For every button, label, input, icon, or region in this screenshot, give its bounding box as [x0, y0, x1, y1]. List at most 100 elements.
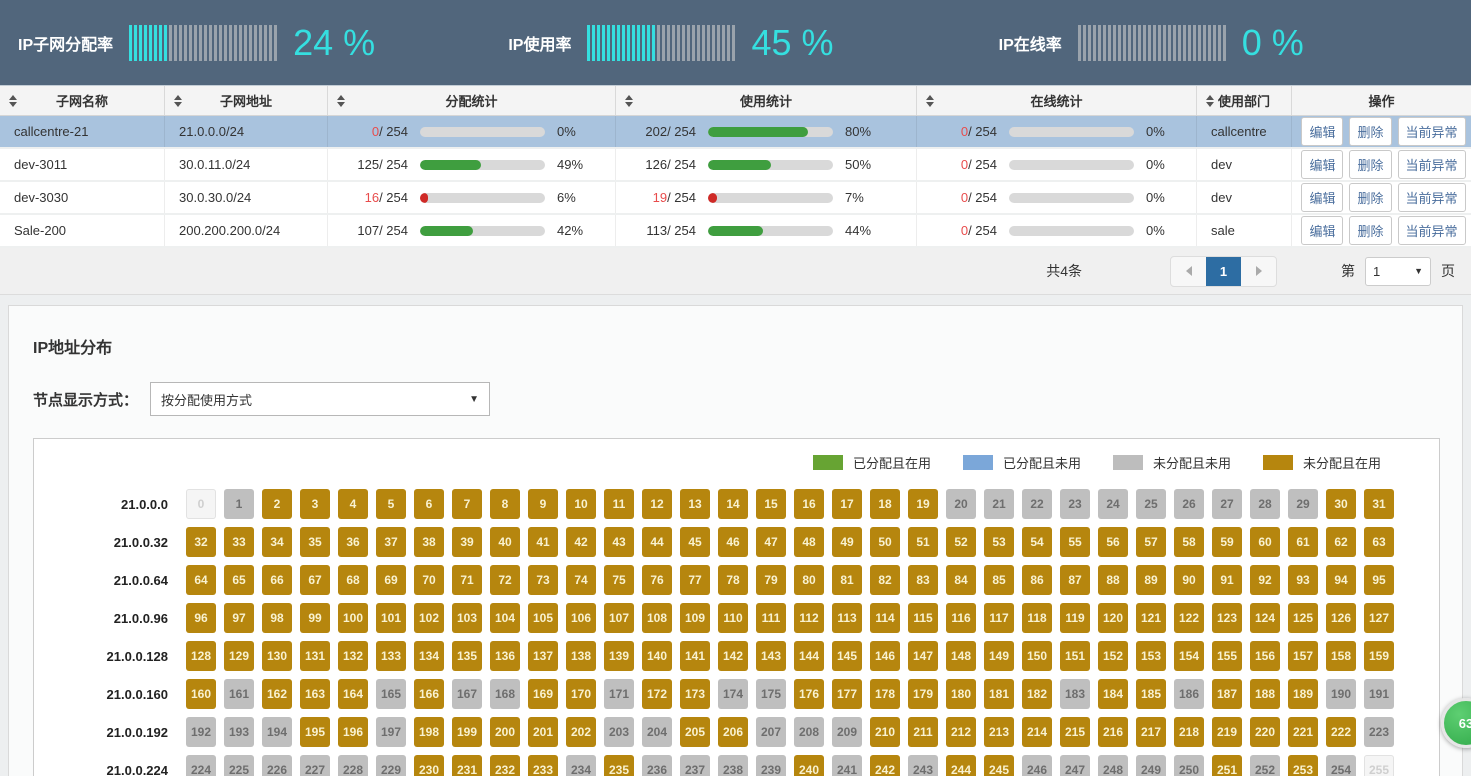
edit-button[interactable]: 编辑 — [1301, 216, 1343, 245]
ip-cell[interactable]: 146 — [870, 641, 900, 671]
ip-cell[interactable]: 102 — [414, 603, 444, 633]
ip-cell[interactable]: 215 — [1060, 717, 1090, 747]
sort-icon[interactable] — [174, 95, 182, 107]
ip-cell[interactable]: 97 — [224, 603, 254, 633]
ip-cell[interactable]: 226 — [262, 755, 292, 776]
table-row[interactable]: dev-303030.0.30.0/2416/ 2546%19/ 2547%0/… — [0, 182, 1471, 215]
ip-cell[interactable]: 254 — [1326, 755, 1356, 776]
ip-cell[interactable]: 27 — [1212, 489, 1242, 519]
ip-cell[interactable]: 136 — [490, 641, 520, 671]
ip-cell[interactable]: 163 — [300, 679, 330, 709]
ip-cell[interactable]: 68 — [338, 565, 368, 595]
ip-cell[interactable]: 164 — [338, 679, 368, 709]
ip-cell[interactable]: 9 — [528, 489, 558, 519]
ip-cell[interactable]: 116 — [946, 603, 976, 633]
ip-cell[interactable]: 93 — [1288, 565, 1318, 595]
ip-cell[interactable]: 207 — [756, 717, 786, 747]
ip-cell[interactable]: 143 — [756, 641, 786, 671]
ip-cell[interactable]: 52 — [946, 527, 976, 557]
ip-cell[interactable]: 124 — [1250, 603, 1280, 633]
edit-button[interactable]: 编辑 — [1301, 183, 1343, 212]
ip-cell[interactable]: 167 — [452, 679, 482, 709]
ip-cell[interactable]: 154 — [1174, 641, 1204, 671]
ip-cell[interactable]: 69 — [376, 565, 406, 595]
ip-cell[interactable]: 74 — [566, 565, 596, 595]
sort-icon[interactable] — [337, 95, 345, 107]
ip-cell[interactable]: 253 — [1288, 755, 1318, 776]
ip-cell[interactable]: 217 — [1136, 717, 1166, 747]
ip-cell[interactable]: 115 — [908, 603, 938, 633]
ip-cell[interactable]: 106 — [566, 603, 596, 633]
ip-cell[interactable]: 159 — [1364, 641, 1394, 671]
next-page-button[interactable] — [1241, 257, 1276, 286]
current-abnormal-button[interactable]: 当前异常 — [1398, 150, 1466, 179]
ip-cell[interactable]: 199 — [452, 717, 482, 747]
ip-cell[interactable]: 204 — [642, 717, 672, 747]
ip-cell[interactable]: 175 — [756, 679, 786, 709]
ip-cell[interactable]: 70 — [414, 565, 444, 595]
ip-cell[interactable]: 148 — [946, 641, 976, 671]
ip-cell[interactable]: 78 — [718, 565, 748, 595]
ip-cell[interactable]: 20 — [946, 489, 976, 519]
ip-cell[interactable]: 186 — [1174, 679, 1204, 709]
ip-cell[interactable]: 242 — [870, 755, 900, 776]
ip-cell[interactable]: 135 — [452, 641, 482, 671]
ip-cell[interactable]: 79 — [756, 565, 786, 595]
ip-cell[interactable]: 51 — [908, 527, 938, 557]
ip-cell[interactable]: 28 — [1250, 489, 1280, 519]
ip-cell[interactable]: 59 — [1212, 527, 1242, 557]
ip-cell[interactable]: 160 — [186, 679, 216, 709]
ip-cell[interactable]: 133 — [376, 641, 406, 671]
ip-cell[interactable]: 240 — [794, 755, 824, 776]
ip-cell[interactable]: 4 — [338, 489, 368, 519]
ip-cell[interactable]: 140 — [642, 641, 672, 671]
ip-cell[interactable]: 10 — [566, 489, 596, 519]
ip-cell[interactable]: 192 — [186, 717, 216, 747]
ip-cell[interactable]: 214 — [1022, 717, 1052, 747]
ip-cell[interactable]: 2 — [262, 489, 292, 519]
ip-cell[interactable]: 123 — [1212, 603, 1242, 633]
ip-cell[interactable]: 109 — [680, 603, 710, 633]
ip-cell[interactable]: 39 — [452, 527, 482, 557]
ip-cell[interactable]: 56 — [1098, 527, 1128, 557]
ip-cell[interactable]: 137 — [528, 641, 558, 671]
ip-cell[interactable]: 182 — [1022, 679, 1052, 709]
table-row[interactable]: Sale-200200.200.200.0/24107/ 25442%113/ … — [0, 215, 1471, 248]
ip-cell[interactable]: 225 — [224, 755, 254, 776]
ip-cell[interactable]: 3 — [300, 489, 330, 519]
ip-cell[interactable]: 18 — [870, 489, 900, 519]
ip-cell[interactable]: 138 — [566, 641, 596, 671]
ip-cell[interactable]: 170 — [566, 679, 596, 709]
ip-cell[interactable]: 44 — [642, 527, 672, 557]
ip-cell[interactable]: 104 — [490, 603, 520, 633]
ip-cell[interactable]: 198 — [414, 717, 444, 747]
ip-cell[interactable]: 179 — [908, 679, 938, 709]
ip-cell[interactable]: 87 — [1060, 565, 1090, 595]
ip-cell[interactable]: 36 — [338, 527, 368, 557]
ip-cell[interactable]: 33 — [224, 527, 254, 557]
ip-cell[interactable]: 202 — [566, 717, 596, 747]
ip-cell[interactable]: 200 — [490, 717, 520, 747]
ip-cell[interactable]: 26 — [1174, 489, 1204, 519]
ip-cell[interactable]: 151 — [1060, 641, 1090, 671]
ip-cell[interactable]: 172 — [642, 679, 672, 709]
ip-cell[interactable]: 96 — [186, 603, 216, 633]
ip-cell[interactable]: 122 — [1174, 603, 1204, 633]
delete-button[interactable]: 删除 — [1349, 117, 1391, 146]
ip-cell[interactable]: 203 — [604, 717, 634, 747]
ip-cell[interactable]: 166 — [414, 679, 444, 709]
ip-cell[interactable]: 129 — [224, 641, 254, 671]
ip-cell[interactable]: 236 — [642, 755, 672, 776]
ip-cell[interactable]: 84 — [946, 565, 976, 595]
ip-cell[interactable]: 65 — [224, 565, 254, 595]
ip-cell[interactable]: 95 — [1364, 565, 1394, 595]
ip-cell[interactable]: 108 — [642, 603, 672, 633]
ip-cell[interactable]: 232 — [490, 755, 520, 776]
ip-cell[interactable]: 168 — [490, 679, 520, 709]
ip-cell[interactable]: 14 — [718, 489, 748, 519]
ip-cell[interactable]: 37 — [376, 527, 406, 557]
ip-cell[interactable]: 81 — [832, 565, 862, 595]
ip-cell[interactable]: 119 — [1060, 603, 1090, 633]
ip-cell[interactable]: 234 — [566, 755, 596, 776]
ip-cell[interactable]: 113 — [832, 603, 862, 633]
